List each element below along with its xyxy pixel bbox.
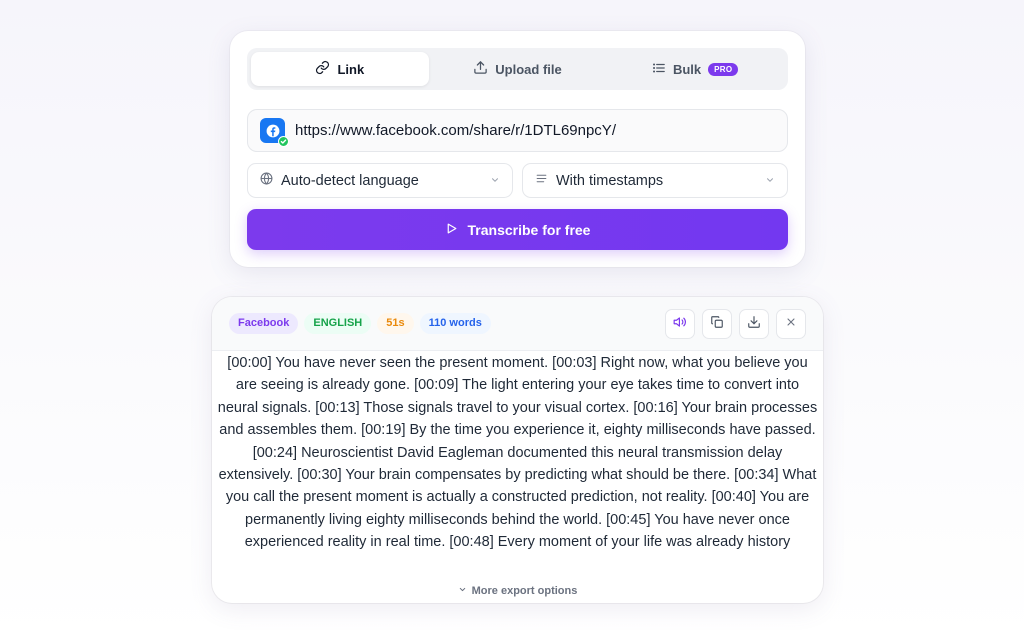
lines-icon [535, 172, 548, 189]
word-count-badge: 110 words [419, 313, 491, 334]
chevron-down-icon [765, 173, 775, 189]
language-badge: ENGLISH [304, 313, 372, 334]
upload-icon [473, 60, 488, 78]
result-actions [665, 309, 806, 339]
facebook-logo-icon [260, 118, 289, 147]
speaker-icon [673, 315, 687, 334]
download-icon [747, 315, 761, 334]
url-input[interactable] [295, 122, 775, 139]
tab-link-label: Link [337, 61, 365, 77]
play-icon [445, 222, 458, 238]
result-badges: Facebook ENGLISH 51s 110 words [229, 313, 491, 334]
tab-upload-label: Upload file [495, 61, 562, 77]
tab-link[interactable]: Link [251, 52, 429, 86]
more-export-options[interactable]: More export options [212, 585, 823, 597]
more-export-label: More export options [471, 585, 578, 597]
transcribe-button[interactable]: Transcribe for free [247, 209, 788, 250]
source-tabs: Link Upload file Bulk PRO [247, 48, 788, 90]
tab-upload-file[interactable]: Upload file [429, 52, 607, 86]
globe-icon [260, 172, 273, 189]
tab-bulk-label: Bulk [672, 61, 702, 77]
copy-icon [710, 315, 724, 334]
language-select-value: Auto-detect language [281, 172, 419, 189]
transcribe-button-label: Transcribe for free [467, 221, 591, 238]
url-field[interactable] [247, 109, 788, 152]
close-icon [785, 315, 797, 333]
transcript-text: [00:00] You have never seen the present … [217, 355, 818, 551]
duration-badge: 51s [377, 313, 414, 334]
link-icon [315, 60, 330, 78]
chevron-down-icon [458, 585, 467, 597]
speaker-button[interactable] [665, 309, 695, 339]
pro-badge: PRO [708, 62, 739, 76]
download-button[interactable] [739, 309, 769, 339]
copy-button[interactable] [702, 309, 732, 339]
timestamp-select[interactable]: With timestamps [522, 163, 788, 198]
chevron-down-icon [490, 173, 500, 189]
result-header: Facebook ENGLISH 51s 110 words [212, 297, 823, 351]
source-badge: Facebook [229, 313, 299, 334]
verified-check-icon [278, 136, 289, 147]
timestamp-select-value: With timestamps [556, 172, 664, 189]
list-icon [652, 61, 666, 78]
tab-bulk[interactable]: Bulk PRO [606, 52, 784, 86]
transcribe-form-card: Link Upload file Bulk PRO Auto- [230, 31, 805, 267]
transcript-result-card: Facebook ENGLISH 51s 110 words [00:00] Y… [212, 297, 823, 603]
close-button[interactable] [776, 309, 806, 339]
language-select[interactable]: Auto-detect language [247, 163, 513, 198]
